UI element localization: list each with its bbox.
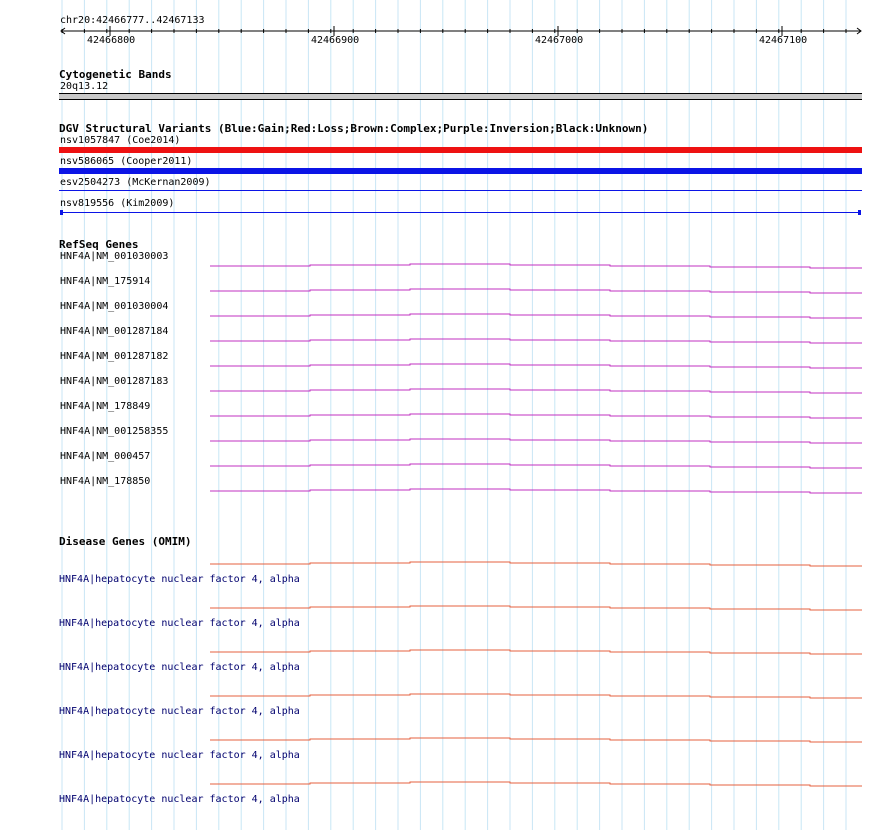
omim-gene-line — [210, 649, 862, 655]
omim-gene-line — [210, 737, 862, 743]
refseq-gene-line — [210, 438, 862, 444]
omim-gene-line — [210, 561, 862, 567]
refseq-gene-line — [210, 338, 862, 344]
omim-gene-line — [210, 605, 862, 611]
refseq-gene-line — [210, 388, 862, 394]
refseq-gene-line — [210, 463, 862, 469]
refseq-gene-line — [210, 488, 862, 494]
refseq-gene-line — [210, 288, 862, 294]
refseq-gene-line — [210, 363, 862, 369]
refseq-gene-line — [210, 413, 862, 419]
gene-features — [210, 263, 862, 787]
refseq-gene-line — [210, 263, 862, 269]
omim-gene-line — [210, 781, 862, 787]
omim-gene-line — [210, 693, 862, 699]
refseq-gene-line — [210, 313, 862, 319]
